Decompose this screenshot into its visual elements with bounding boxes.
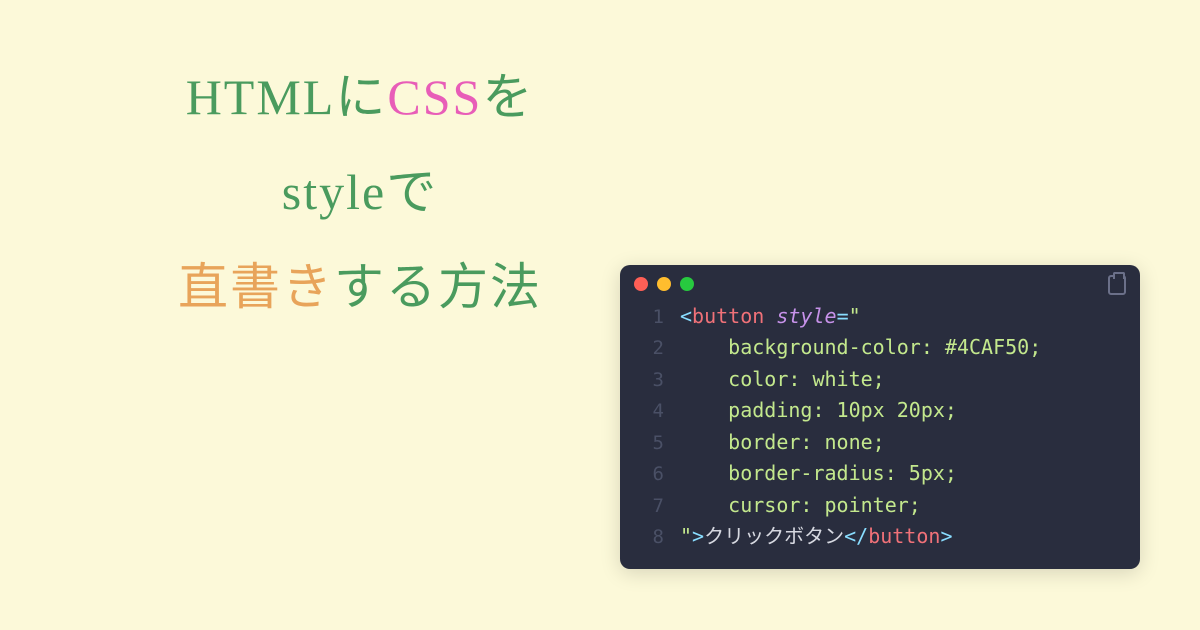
- close-icon[interactable]: [634, 277, 648, 291]
- title-text: を: [482, 69, 534, 125]
- code-text: border: none;: [680, 427, 885, 458]
- minimize-icon[interactable]: [657, 277, 671, 291]
- line-number: 8: [634, 523, 664, 552]
- code-window: 1 <button style=" 2 background-color: #4…: [620, 265, 1140, 569]
- line-number: 5: [634, 429, 664, 458]
- maximize-icon[interactable]: [680, 277, 694, 291]
- code-text: border-radius: 5px;: [680, 458, 957, 489]
- title-text: 直書き: [178, 259, 334, 315]
- title-text: HTML: [186, 69, 336, 125]
- line-number: 1: [634, 303, 664, 332]
- code-line: 2 background-color: #4CAF50;: [634, 332, 1126, 363]
- line-number: 4: [634, 397, 664, 426]
- code-line: 6 border-radius: 5px;: [634, 458, 1126, 489]
- code-text: padding: 10px 20px;: [680, 395, 957, 426]
- title-text: する方法: [334, 259, 542, 315]
- code-text: ">クリックボタン</button>: [680, 521, 952, 552]
- line-number: 3: [634, 366, 664, 395]
- code-text: <button style=": [680, 301, 861, 332]
- code-line: 1 <button style=": [634, 301, 1126, 332]
- code-line: 8 ">クリックボタン</button>: [634, 521, 1126, 552]
- title-text: CSS: [387, 69, 482, 125]
- code-body: 1 <button style=" 2 background-color: #4…: [620, 297, 1140, 569]
- title-text: で: [386, 164, 438, 220]
- line-number: 6: [634, 460, 664, 489]
- copy-icon[interactable]: [1108, 275, 1126, 295]
- line-number: 2: [634, 334, 664, 363]
- code-line: 5 border: none;: [634, 427, 1126, 458]
- code-line: 7 cursor: pointer;: [634, 490, 1126, 521]
- line-number: 7: [634, 492, 664, 521]
- title-line-3: 直書きする方法: [80, 240, 640, 335]
- title-text: style: [282, 164, 386, 220]
- code-line: 3 color: white;: [634, 364, 1126, 395]
- code-text: color: white;: [680, 364, 885, 395]
- window-titlebar: [620, 265, 1140, 297]
- code-line: 4 padding: 10px 20px;: [634, 395, 1126, 426]
- title-block: HTMLにCSSを styleで 直書きする方法: [80, 50, 640, 335]
- title-line-1: HTMLにCSSを: [80, 50, 640, 145]
- code-text: background-color: #4CAF50;: [680, 332, 1041, 363]
- title-line-2: styleで: [80, 145, 640, 240]
- title-text: に: [335, 69, 387, 125]
- code-text: cursor: pointer;: [680, 490, 921, 521]
